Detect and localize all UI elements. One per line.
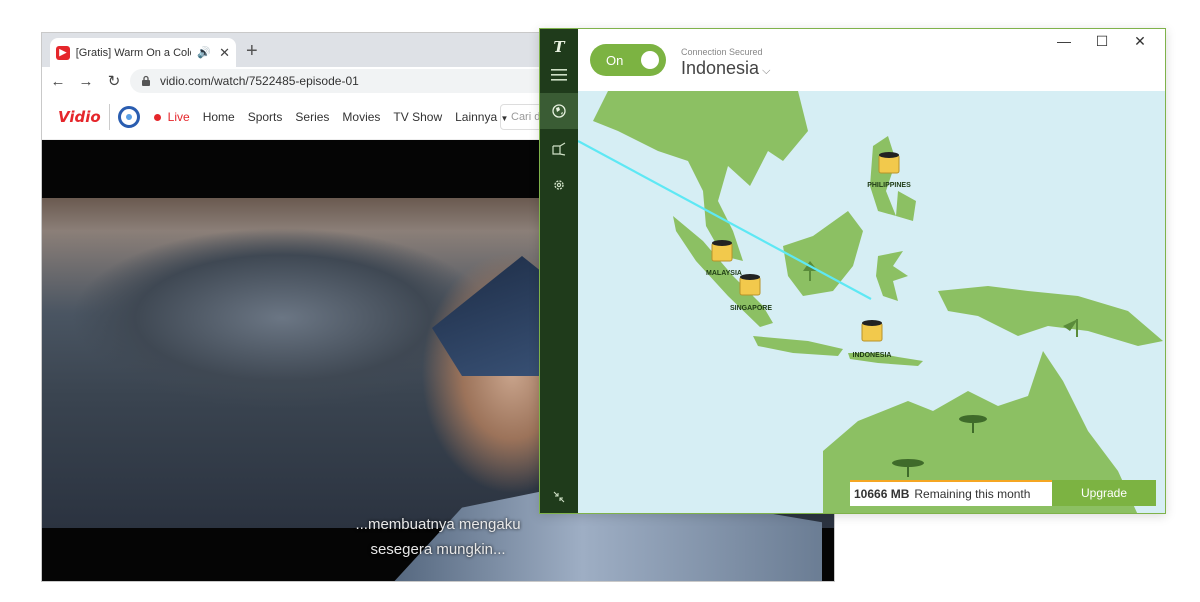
land-new-guinea bbox=[938, 286, 1163, 346]
data-remaining-value: 10666 MB bbox=[854, 487, 910, 501]
minimize-button[interactable]: — bbox=[1045, 33, 1083, 50]
map-svg: PHILIPPINES MALAYSIA SINGAPORE INDONESIA bbox=[578, 91, 1163, 513]
close-button[interactable]: ✕ bbox=[1121, 33, 1159, 50]
nav-live[interactable]: Live bbox=[168, 110, 190, 124]
data-usage-bar: 10666 MB Remaining this month Upgrade bbox=[850, 480, 1158, 506]
tab-audio-icon[interactable]: 🔊 bbox=[197, 46, 211, 59]
location-label-indonesia: INDONESIA bbox=[853, 352, 892, 359]
nav-tvshow[interactable]: TV Show bbox=[393, 110, 442, 124]
vidio-favicon-icon: ▶ bbox=[56, 45, 70, 60]
subtitle-line-2: sesegera mungkin... bbox=[370, 541, 506, 558]
brand-letter: T bbox=[553, 38, 565, 56]
country-name: Indonesia bbox=[681, 58, 760, 78]
nav-more-label: Lainnya bbox=[455, 110, 498, 124]
tab-title: [Gratis] Warm On a Cold Nig bbox=[75, 46, 192, 59]
live-dot-icon bbox=[153, 113, 161, 121]
location-label-philippines: PHILIPPINES bbox=[867, 182, 911, 189]
land-borneo bbox=[783, 211, 863, 296]
chevron-down-icon: ⌵ bbox=[762, 65, 771, 77]
back-button[interactable]: ← bbox=[46, 73, 70, 90]
url-text: vidio.com/watch/7522485-episode-01 bbox=[160, 74, 359, 88]
data-remaining: 10666 MB Remaining this month bbox=[850, 480, 1052, 506]
server-pin-indonesia: INDONESIA bbox=[853, 320, 892, 359]
land-philippines bbox=[870, 136, 916, 221]
data-remaining-label: Remaining this month bbox=[914, 487, 1031, 501]
forward-button[interactable]: → bbox=[74, 73, 98, 90]
window-controls: — ☐ ✕ bbox=[1045, 33, 1159, 50]
subtitle-line-1: ...membuatnya mengaku bbox=[355, 516, 521, 533]
collapse-button[interactable] bbox=[540, 479, 578, 513]
nav-series[interactable]: Series bbox=[295, 110, 329, 124]
land-java bbox=[753, 336, 843, 356]
land-mainland bbox=[593, 91, 808, 261]
nav-home[interactable]: Home bbox=[203, 110, 235, 124]
hamburger-icon bbox=[551, 69, 567, 81]
new-tab-button[interactable]: + bbox=[246, 39, 258, 63]
maximize-button[interactable]: ☐ bbox=[1083, 33, 1121, 50]
land-sulawesi bbox=[876, 251, 908, 301]
nav-movies[interactable]: Movies bbox=[342, 110, 380, 124]
menu-button[interactable] bbox=[540, 57, 578, 93]
vidio-logo[interactable]: Vidio bbox=[58, 108, 101, 126]
map-view-button[interactable] bbox=[540, 93, 578, 129]
globe-icon bbox=[552, 104, 566, 118]
share-icon bbox=[552, 142, 566, 156]
settings-button[interactable] bbox=[540, 167, 578, 203]
nav-sports[interactable]: Sports bbox=[248, 110, 283, 124]
vpn-toggle[interactable]: On bbox=[590, 44, 666, 76]
lock-icon bbox=[142, 75, 150, 86]
location-label-malaysia: MALAYSIA bbox=[706, 270, 742, 277]
location-label-singapore: SINGAPORE bbox=[730, 305, 772, 312]
toggle-label: On bbox=[606, 53, 624, 68]
vpn-sidebar: T bbox=[540, 29, 578, 513]
logo-divider bbox=[108, 104, 110, 130]
share-button[interactable] bbox=[540, 131, 578, 167]
browser-tab[interactable]: ▶ [Gratis] Warm On a Cold Nig 🔊 ✕ bbox=[50, 38, 236, 67]
upgrade-button[interactable]: Upgrade bbox=[1052, 480, 1156, 506]
collapse-arrows-icon bbox=[553, 491, 565, 503]
gear-icon bbox=[554, 180, 564, 190]
vpn-window: T On Connection Secured Indonesia ⌵ — ☐ … bbox=[539, 28, 1166, 514]
partner-badge-icon bbox=[117, 106, 140, 128]
vpn-map[interactable]: PHILIPPINES MALAYSIA SINGAPORE INDONESIA… bbox=[578, 91, 1165, 513]
toggle-knob bbox=[641, 51, 659, 69]
vpn-header: On Connection Secured Indonesia ⌵ — ☐ ✕ bbox=[578, 29, 1165, 91]
country-selector[interactable]: Indonesia ⌵ bbox=[681, 58, 770, 79]
connection-status: Connection Secured bbox=[681, 47, 763, 57]
reload-button[interactable]: ↻ bbox=[102, 72, 126, 90]
tab-close-icon[interactable]: ✕ bbox=[219, 45, 230, 61]
